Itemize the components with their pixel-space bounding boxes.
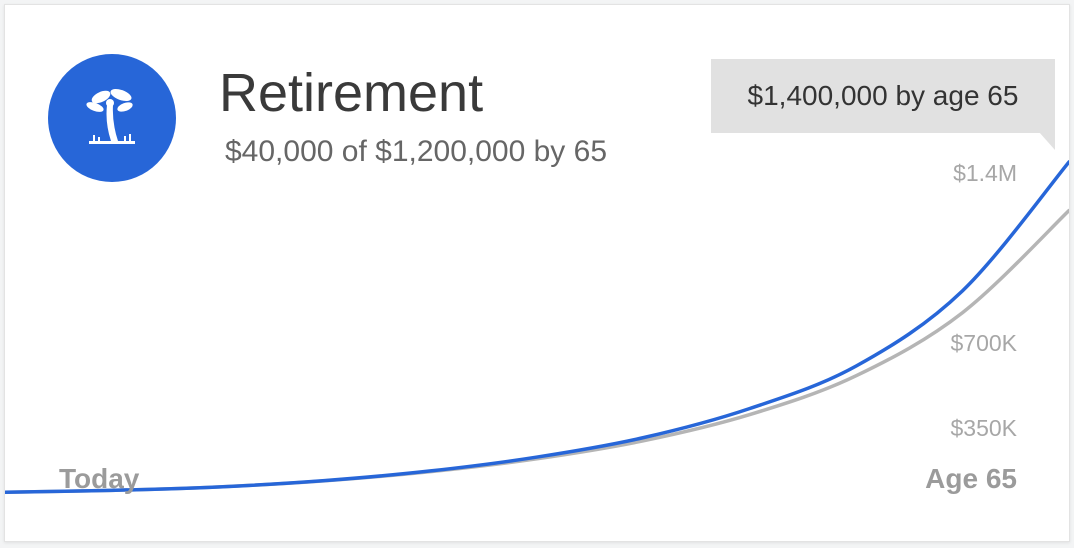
- x-axis-end-label: Age 65: [925, 463, 1017, 494]
- retirement-goal-card[interactable]: Retirement $40,000 of $1,200,000 by 65 $…: [4, 4, 1070, 542]
- goal-target-line: [5, 208, 1069, 495]
- y-tick-label: $350K: [950, 415, 1017, 441]
- x-axis-start-label: Today: [59, 463, 140, 494]
- projection-chart: [5, 160, 1069, 495]
- projected-balance-line: [5, 160, 1069, 495]
- y-tick-label: $700K: [950, 330, 1017, 356]
- y-tick-label: $1.4M: [953, 160, 1017, 186]
